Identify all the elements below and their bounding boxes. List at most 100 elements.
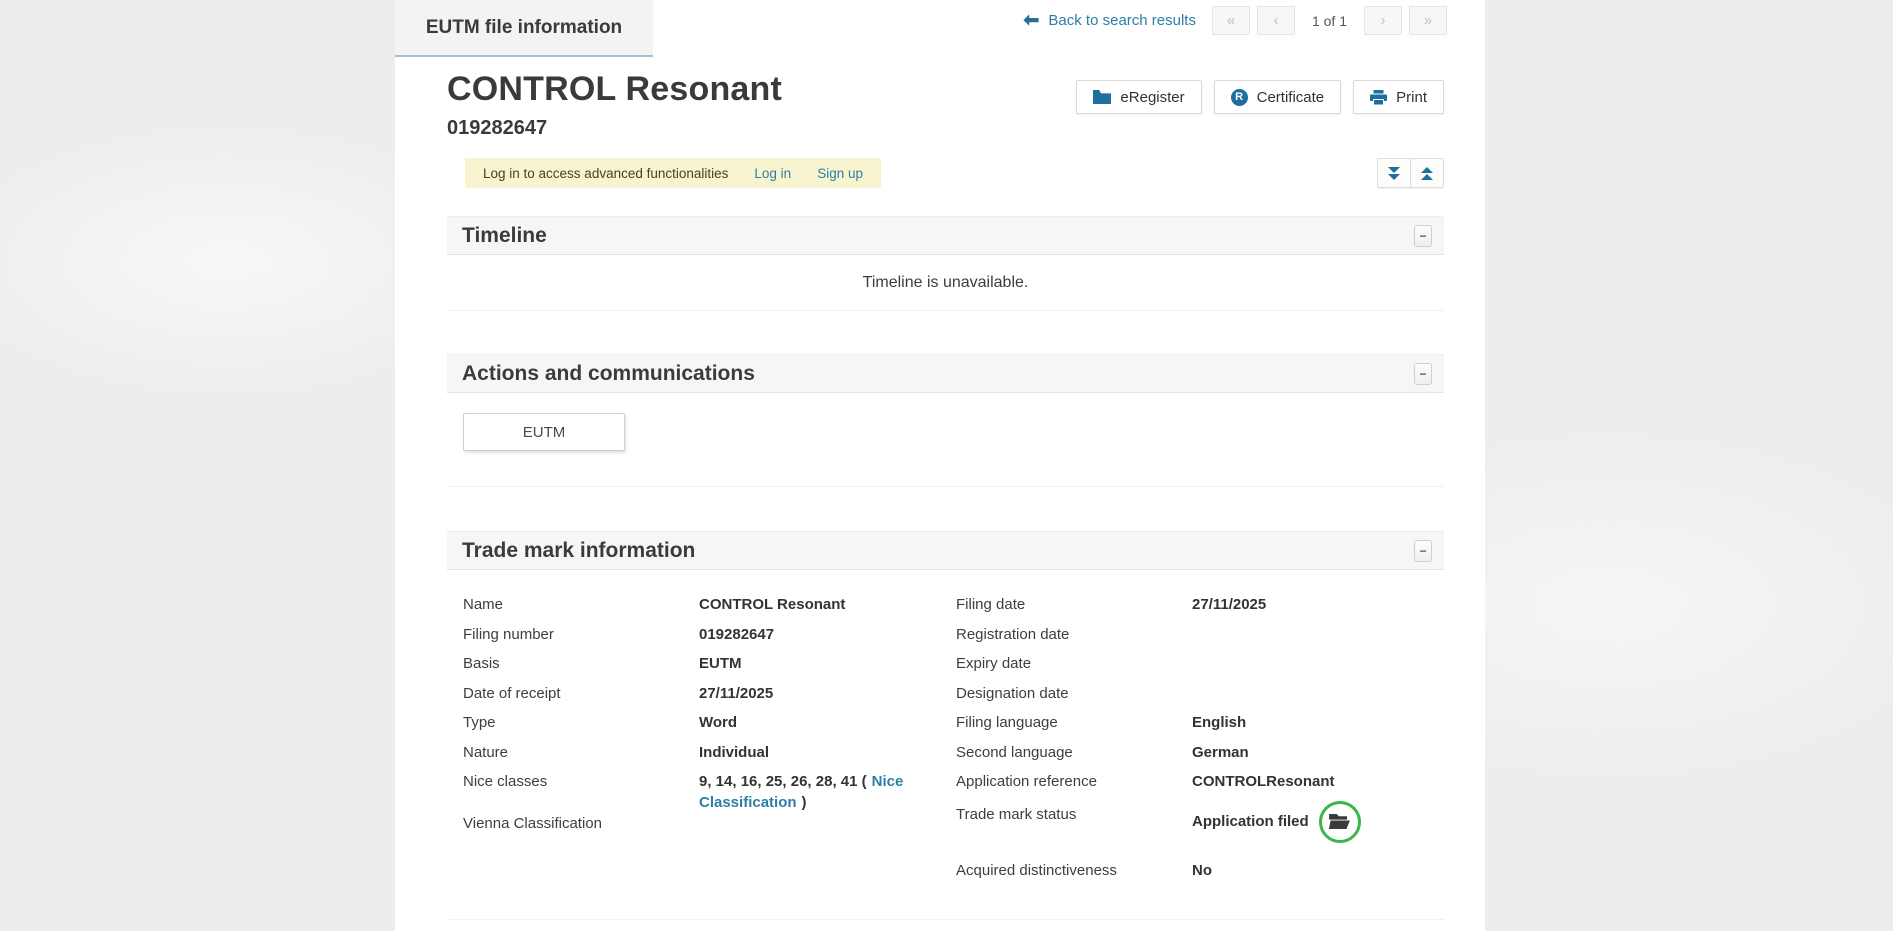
trademark-info-right-column: Filing date 27/11/2025 Registration date… xyxy=(956,594,1444,889)
field-value: CONTROL Resonant xyxy=(699,594,947,615)
field-label: Nice classes xyxy=(447,771,699,792)
info-row-filing-date: Filing date 27/11/2025 xyxy=(956,594,1444,624)
timeline-body: Timeline is unavailable. xyxy=(447,255,1444,311)
info-row-basis: Basis EUTM xyxy=(447,653,956,683)
field-label: Filing date xyxy=(956,594,1192,615)
field-value: German xyxy=(1192,742,1444,763)
back-link-label: Back to search results xyxy=(1048,12,1196,29)
actions-body: EUTM xyxy=(447,393,1444,487)
sections: Timeline − Timeline is unavailable. Acti… xyxy=(447,216,1444,931)
page-indicator: 1 of 1 xyxy=(1312,13,1347,29)
info-row-nice-classes: Nice classes 9, 14, 16, 25, 26, 28, 41 (… xyxy=(447,771,956,813)
next-page-button[interactable]: › xyxy=(1364,6,1402,35)
filing-number-heading: 019282647 xyxy=(447,117,782,140)
field-value: 019282647 xyxy=(699,624,947,645)
eutm-tab-button[interactable]: EUTM xyxy=(463,413,625,451)
info-row-trademark-status: Trade mark status Application filed xyxy=(956,801,1444,851)
collapse-all-button[interactable] xyxy=(1410,158,1444,188)
double-chevron-left-icon: « xyxy=(1227,12,1235,29)
field-label: Expiry date xyxy=(956,653,1192,674)
application-filed-status-icon xyxy=(1319,801,1361,843)
trademark-body: Name CONTROL Resonant Filing number 0192… xyxy=(447,570,1444,920)
field-value: No xyxy=(1192,860,1444,881)
expand-collapse-group xyxy=(1377,158,1444,188)
certificate-label: Certificate xyxy=(1257,89,1325,106)
trademark-header: Trade mark information − xyxy=(447,531,1444,570)
field-value: EUTM xyxy=(699,653,947,674)
field-value: Individual xyxy=(699,742,947,763)
info-row-second-language: Second language German xyxy=(956,742,1444,772)
login-link[interactable]: Log in xyxy=(754,166,791,181)
last-page-button[interactable]: » xyxy=(1409,6,1447,35)
login-banner-message: Log in to access advanced functionalitie… xyxy=(483,166,728,181)
info-row-expiry-date: Expiry date xyxy=(956,653,1444,683)
field-label: Type xyxy=(447,712,699,733)
folder-icon xyxy=(1093,90,1111,104)
nice-classes-close-paren: ) xyxy=(802,794,807,811)
first-page-button[interactable]: « xyxy=(1212,6,1250,35)
certificate-button[interactable]: R Certificate xyxy=(1214,80,1342,114)
arrow-left-icon xyxy=(1023,14,1039,27)
trademark-collapse-button[interactable]: − xyxy=(1414,540,1432,562)
info-row-vienna-classification: Vienna Classification xyxy=(447,813,956,843)
info-row-designation-date: Designation date xyxy=(956,683,1444,713)
chevron-left-icon: ‹ xyxy=(1273,12,1278,29)
tab-eutm-file-information[interactable]: EUTM file information xyxy=(395,0,653,57)
field-value: CONTROLResonant xyxy=(1192,771,1444,792)
login-banner: Log in to access advanced functionalitie… xyxy=(465,158,881,188)
section-timeline: Timeline − Timeline is unavailable. xyxy=(447,216,1444,311)
field-value: English xyxy=(1192,712,1444,733)
timeline-empty-message: Timeline is unavailable. xyxy=(863,274,1029,292)
info-row-application-reference: Application reference CONTROLResonant xyxy=(956,771,1444,801)
actions-header: Actions and communications − xyxy=(447,354,1444,393)
field-label: Filing number xyxy=(447,624,699,645)
page-title: CONTROL Resonant xyxy=(447,70,782,109)
field-value: Word xyxy=(699,712,947,733)
info-row-type: Type Word xyxy=(447,712,956,742)
field-label: Basis xyxy=(447,653,699,674)
double-chevron-up-icon xyxy=(1421,167,1433,180)
field-label: Registration date xyxy=(956,624,1192,645)
field-label: Application reference xyxy=(956,771,1192,792)
previous-page-button[interactable]: ‹ xyxy=(1257,6,1295,35)
info-row-date-of-receipt: Date of receipt 27/11/2025 xyxy=(447,683,956,713)
field-label: Acquired distinctiveness xyxy=(956,860,1192,881)
print-label: Print xyxy=(1396,89,1427,106)
field-label: Date of receipt xyxy=(447,683,699,704)
info-row-filing-number: Filing number 019282647 xyxy=(447,624,956,654)
actions-title: Actions and communications xyxy=(462,362,755,386)
info-row-name: Name CONTROL Resonant xyxy=(447,594,956,624)
nice-classes-values: 9, 14, 16, 25, 26, 28, 41 ( xyxy=(699,773,867,790)
timeline-title: Timeline xyxy=(462,224,547,248)
trademark-status-text: Application filed xyxy=(1192,811,1309,832)
print-button[interactable]: Print xyxy=(1353,80,1444,114)
info-row-filing-language: Filing language English xyxy=(956,712,1444,742)
registered-icon: R xyxy=(1231,89,1248,106)
info-row-acquired-distinctiveness: Acquired distinctiveness No xyxy=(956,860,1444,890)
back-to-search-link[interactable]: Back to search results xyxy=(1023,12,1196,29)
chevron-right-icon: › xyxy=(1381,12,1386,29)
actions-collapse-button[interactable]: − xyxy=(1414,363,1432,385)
title-block: CONTROL Resonant 019282647 xyxy=(447,70,782,140)
eutm-file-page: EUTM file information Back to search res… xyxy=(395,0,1485,931)
double-chevron-down-icon xyxy=(1388,167,1400,180)
info-row-nature: Nature Individual xyxy=(447,742,956,772)
field-label: Trade mark status xyxy=(956,801,1192,825)
eregister-button[interactable]: eRegister xyxy=(1076,80,1201,114)
printer-icon xyxy=(1370,90,1387,105)
field-label: Designation date xyxy=(956,683,1192,704)
field-value: 9, 14, 16, 25, 26, 28, 41 (Nice Classifi… xyxy=(699,771,947,813)
field-value: Application filed xyxy=(1192,801,1444,843)
action-buttons: eRegister R Certificate Print xyxy=(1076,80,1444,114)
field-label: Vienna Classification xyxy=(447,813,699,834)
field-value: 27/11/2025 xyxy=(1192,594,1444,615)
field-value: 27/11/2025 xyxy=(699,683,947,704)
top-nav: Back to search results « ‹ 1 of 1 › » xyxy=(1023,6,1447,35)
field-label: Second language xyxy=(956,742,1192,763)
timeline-collapse-button[interactable]: − xyxy=(1414,225,1432,247)
timeline-header: Timeline − xyxy=(447,216,1444,255)
field-label: Nature xyxy=(447,742,699,763)
expand-all-button[interactable] xyxy=(1377,158,1411,188)
field-label: Filing language xyxy=(956,712,1192,733)
signup-link[interactable]: Sign up xyxy=(817,166,863,181)
